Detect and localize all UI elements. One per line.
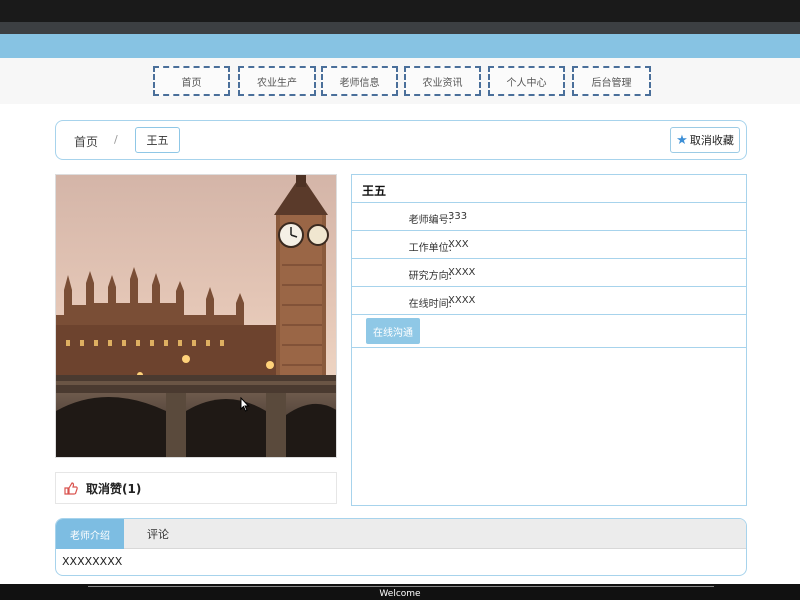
nav-admin[interactable]: 后台管理 [572, 66, 651, 96]
tab-content: XXXXXXXX [62, 555, 123, 568]
info-label: 研究方向: [408, 271, 452, 282]
info-label: 工作单位: [408, 243, 452, 254]
site-header-band [0, 34, 800, 58]
unlike-button[interactable]: 取消赞(1) [55, 472, 337, 504]
tab-strip: 老师介绍 评论 [56, 519, 746, 549]
info-row-research: 研究方向: XXXX [352, 259, 746, 287]
info-row-id: 老师编号: 333 [352, 203, 746, 231]
breadcrumb-current: 王五 [135, 127, 180, 153]
tab-teacher-intro[interactable]: 老师介绍 [56, 519, 124, 549]
teacher-photo [55, 174, 337, 458]
info-label: 在线时间: [408, 299, 452, 310]
breadcrumb-home-link[interactable]: 首页 [74, 133, 98, 150]
info-row-online-time: 在线时间: XXXX [352, 287, 746, 315]
breadcrumb-separator: / [114, 133, 118, 146]
footer-divider [88, 586, 714, 587]
online-chat-button[interactable]: 在线沟通 [366, 318, 420, 344]
nav-personal-center[interactable]: 个人中心 [488, 66, 565, 96]
unfavorite-label: 取消收藏 [689, 134, 734, 147]
nav-home[interactable]: 首页 [153, 66, 230, 96]
info-value: XXXX [448, 267, 476, 278]
footer-bar: Welcome [0, 584, 800, 600]
star-icon: ★ [676, 132, 688, 148]
info-value: 333 [448, 211, 468, 222]
teacher-info-panel: 王五 老师编号: 333 工作单位: XXX 研究方向: XXXX 在线时间: … [351, 174, 747, 506]
teacher-name: 王五 [352, 175, 746, 203]
info-value: XXXX [448, 295, 476, 306]
mouse-cursor-icon [240, 396, 250, 416]
breadcrumb: 首页 / 王五 ★ 取消收藏 [55, 120, 747, 160]
unlike-label: 取消赞(1) [86, 481, 142, 496]
info-row-workplace: 工作单位: XXX [352, 231, 746, 259]
main-nav: 首页 农业生产 老师信息 农业资讯 个人中心 后台管理 [0, 58, 800, 104]
nav-agriculture-news[interactable]: 农业资讯 [404, 66, 481, 96]
browser-top-bar [0, 0, 800, 22]
thumbs-up-icon [64, 481, 78, 495]
unfavorite-button[interactable]: ★ 取消收藏 [670, 127, 740, 153]
footer-welcome: Welcome [379, 589, 421, 599]
nav-teacher-info[interactable]: 老师信息 [321, 66, 398, 96]
tab-comments[interactable]: 评论 [136, 519, 180, 549]
info-label: 老师编号: [408, 215, 452, 226]
detail-tabs: 老师介绍 评论 XXXXXXXX [55, 518, 747, 576]
info-value: XXX [448, 239, 469, 250]
browser-toolbar [0, 22, 800, 34]
big-ben-image [56, 175, 336, 457]
nav-agriculture-production[interactable]: 农业生产 [238, 66, 316, 96]
